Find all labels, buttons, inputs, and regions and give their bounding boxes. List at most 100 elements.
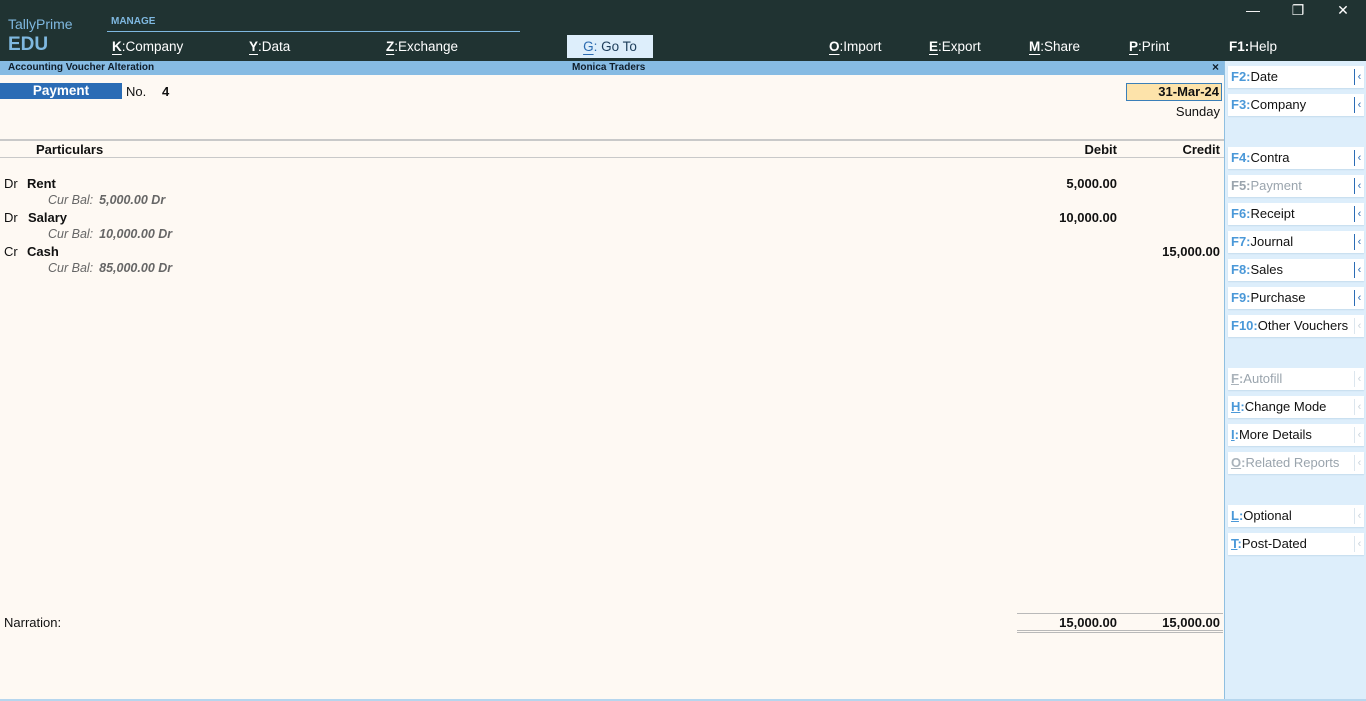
menu-export[interactable]: E:Export	[929, 39, 981, 54]
menu-label: Company	[125, 39, 184, 54]
button-label: Autofill	[1243, 371, 1283, 386]
related-reports-button[interactable]: O:Related Reports ‹	[1228, 452, 1364, 474]
other-vouchers-button[interactable]: F10:Other Vouchers ‹	[1228, 315, 1364, 337]
voucher-date-field[interactable]: 31-Mar-24	[1126, 83, 1222, 101]
chevron-left-icon[interactable]: ‹	[1354, 97, 1364, 113]
minimize-button[interactable]: —	[1243, 2, 1263, 18]
menu-key: P	[1129, 39, 1139, 54]
button-key: F5	[1231, 178, 1247, 193]
more-details-button[interactable]: I:More Details ‹	[1228, 424, 1364, 446]
button-label: Change Mode	[1244, 399, 1327, 414]
button-label: Optional	[1243, 508, 1292, 523]
chevron-left-icon[interactable]: ‹	[1354, 536, 1364, 552]
payment-button[interactable]: F5:Payment ‹	[1228, 175, 1364, 197]
header-divider-bottom	[0, 157, 1224, 158]
chevron-left-icon[interactable]: ‹	[1354, 427, 1364, 443]
narration-label[interactable]: Narration:	[4, 615, 61, 630]
button-key: H	[1231, 399, 1241, 414]
column-credit: Credit	[1182, 142, 1220, 157]
button-label: Receipt	[1250, 206, 1295, 221]
entry-drcr: Cr	[4, 244, 18, 259]
menu-label: Help	[1249, 39, 1278, 54]
app-name: TallyPrime	[8, 16, 73, 32]
entry-debit: 10,000.00	[1059, 210, 1117, 225]
menu-exchange[interactable]: Z:Exchange	[386, 39, 458, 54]
header-divider-top	[0, 139, 1224, 141]
chevron-left-icon[interactable]: ‹	[1354, 150, 1364, 166]
date-button[interactable]: F2:Date ‹	[1228, 66, 1364, 88]
voucher-number[interactable]: 4	[162, 84, 169, 99]
voucher-no-label: No.	[126, 84, 147, 99]
menu-key: Y	[249, 39, 259, 54]
contra-button[interactable]: F4:Contra ‹	[1228, 147, 1364, 169]
chevron-left-icon[interactable]: ‹	[1354, 318, 1364, 334]
menu-data[interactable]: Y:Data	[249, 39, 290, 54]
button-label: Related Reports	[1245, 455, 1340, 470]
menu-import[interactable]: O:Import	[829, 39, 882, 54]
restore-button[interactable]: ❐	[1288, 2, 1308, 19]
purchase-button[interactable]: F9:Purchase ‹	[1228, 287, 1364, 309]
menu-share[interactable]: M:Share	[1029, 39, 1080, 54]
journal-button[interactable]: F7:Journal ‹	[1228, 231, 1364, 253]
entry-drcr: Dr	[4, 210, 18, 225]
chevron-left-icon[interactable]: ‹	[1354, 69, 1364, 85]
menu-key: O	[829, 39, 840, 54]
menu-goto[interactable]: G: Go To	[567, 35, 653, 58]
menu-label: Export	[941, 39, 981, 54]
entry-balance: Cur Bal: 10,000.00 Dr	[48, 227, 172, 241]
menu-label: Share	[1044, 39, 1081, 54]
entry-balance: Cur Bal: 5,000.00 Dr	[48, 193, 165, 207]
button-bar: F2:Date ‹ F3:Company ‹ F4:Contra ‹ F5:Payme…	[1224, 61, 1366, 701]
button-key: F7	[1231, 234, 1247, 249]
chevron-left-icon[interactable]: ‹	[1354, 234, 1364, 250]
button-key: L	[1231, 508, 1239, 523]
menu-key: F1	[1229, 39, 1245, 54]
chevron-left-icon[interactable]: ‹	[1354, 206, 1364, 222]
chevron-left-icon[interactable]: ‹	[1354, 262, 1364, 278]
balance-value: 5,000.00 Dr	[99, 193, 166, 207]
receipt-button[interactable]: F6:Receipt ‹	[1228, 203, 1364, 225]
balance-value: 85,000.00 Dr	[99, 261, 173, 275]
entry-row[interactable]: Dr Salary 10,000.00	[0, 210, 1224, 227]
sales-button[interactable]: F8:Sales ‹	[1228, 259, 1364, 281]
button-label: Purchase	[1250, 290, 1306, 305]
chevron-left-icon[interactable]: ‹	[1354, 290, 1364, 306]
close-screen-icon[interactable]: ×	[1212, 60, 1219, 74]
chevron-left-icon[interactable]: ‹	[1354, 508, 1364, 524]
button-key: F4	[1231, 150, 1247, 165]
menu-print[interactable]: P:Print	[1129, 39, 1170, 54]
balance-value: 10,000.00 Dr	[99, 227, 173, 241]
manage-divider	[107, 31, 520, 32]
close-window-button[interactable]: ✕	[1333, 2, 1353, 19]
entry-row[interactable]: Dr Rent 5,000.00	[0, 176, 1224, 193]
menu-key: E	[929, 39, 939, 54]
voucher-area: Payment No. 4 31-Mar-24 Sunday Particula…	[0, 75, 1224, 701]
voucher-type[interactable]: Payment	[0, 83, 122, 99]
menu-help[interactable]: F1:Help	[1229, 39, 1277, 54]
chevron-left-icon[interactable]: ‹	[1354, 455, 1364, 471]
button-key: F10	[1231, 318, 1254, 333]
balance-label: Cur Bal:	[48, 227, 94, 241]
button-key: F2	[1231, 69, 1247, 84]
chevron-left-icon[interactable]: ‹	[1354, 399, 1364, 415]
menu-label: Data	[261, 39, 291, 54]
button-label: Payment	[1250, 178, 1302, 193]
entry-balance: Cur Bal: 85,000.00 Dr	[48, 261, 172, 275]
entry-row[interactable]: Cr Cash 15,000.00	[0, 244, 1224, 261]
optional-button[interactable]: L:Optional ‹	[1228, 505, 1364, 527]
screen-title: Accounting Voucher Alteration	[8, 62, 155, 73]
autofill-button[interactable]: F:Autofill ‹	[1228, 368, 1364, 390]
menu-company[interactable]: K:Company	[112, 39, 183, 54]
post-dated-button[interactable]: T:Post-Dated ‹	[1228, 533, 1364, 555]
change-mode-button[interactable]: H:Change Mode ‹	[1228, 396, 1364, 418]
top-bar: TallyPrime EDU MANAGE K:Company Y:Data Z…	[0, 0, 1366, 61]
total-debit: 15,000.00	[1059, 615, 1117, 630]
total-line-bottom-2	[1017, 632, 1223, 633]
menu-label: Exchange	[398, 39, 459, 54]
chevron-left-icon[interactable]: ‹	[1354, 371, 1364, 387]
button-label: More Details	[1238, 427, 1312, 442]
chevron-left-icon[interactable]: ‹	[1354, 178, 1364, 194]
menu-colon: :	[593, 39, 598, 54]
menu-label: Import	[843, 39, 882, 54]
company-button[interactable]: F3:Company ‹	[1228, 94, 1364, 116]
